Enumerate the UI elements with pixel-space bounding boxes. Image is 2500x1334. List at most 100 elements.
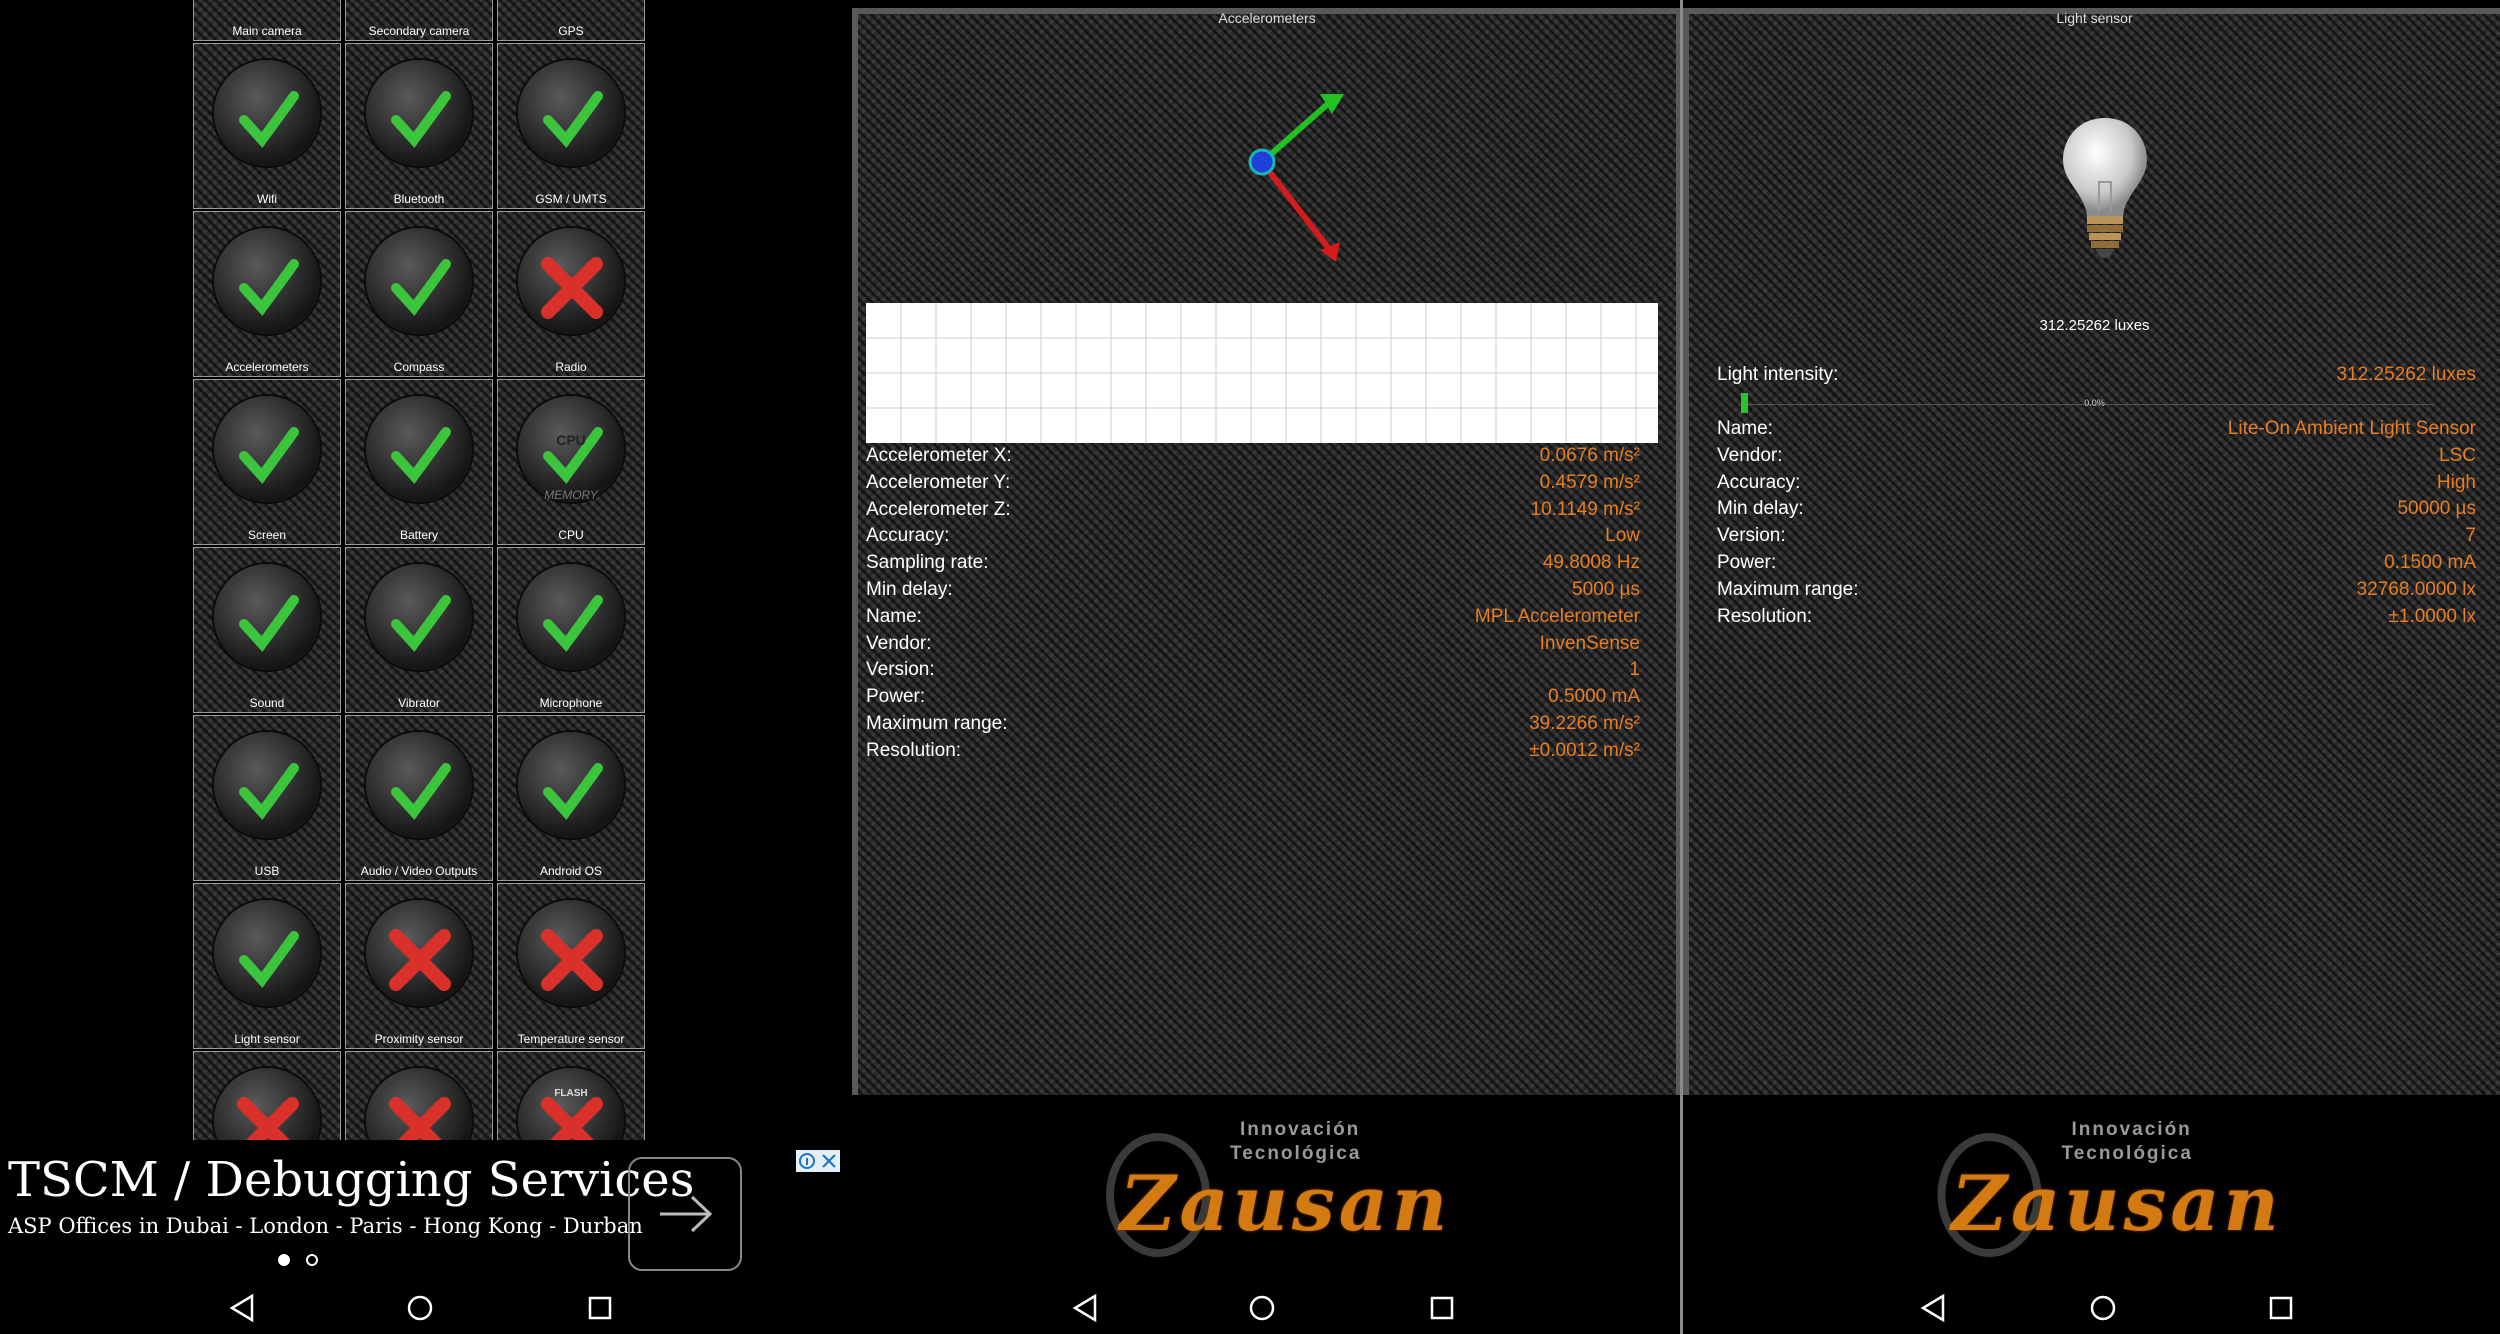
light-bar-percent: 0.0% [2084, 398, 2105, 408]
light-sensor-row-value: 7 [2465, 525, 2476, 547]
page-dot[interactable] [306, 1254, 318, 1266]
accelerometer-row-value: 5000 µs [1572, 579, 1640, 600]
recents-icon[interactable] [2261, 1288, 2301, 1328]
tile-label: Audio / Video Outputs [360, 864, 478, 878]
tile-radio[interactable]: Radio [497, 211, 645, 377]
light-sensor-row: Power: 0.1500 mA [1717, 552, 2476, 578]
accelerometer-row-value: InvenSense [1539, 632, 1640, 654]
tile-sound[interactable]: Sound [193, 547, 341, 713]
screen-title: Accelerometers [1218, 10, 1316, 26]
check-icon [194, 0, 342, 16]
tile-label: Screen [247, 528, 287, 542]
home-icon[interactable] [2083, 1288, 2123, 1328]
tile-audio-video-outputs[interactable]: Audio / Video Outputs [345, 715, 493, 881]
tile-bluetooth[interactable]: Bluetooth [345, 43, 493, 209]
cross-icon [541, 257, 603, 319]
light-sensor-row: Resolution: ±1.0000 lx [1717, 606, 2476, 632]
tile-android-os[interactable]: Android OS [497, 715, 645, 881]
tile-microphone[interactable]: Microphone [497, 547, 645, 713]
home-icon[interactable] [1242, 1288, 1282, 1328]
light-sensor-row-value: LSC [2439, 444, 2476, 466]
ad-choices-icon[interactable] [796, 1150, 840, 1172]
ad-banner[interactable]: TSCM / Debugging Services ASP Offices in… [0, 1140, 840, 1271]
zausan-logo: Innovación Tecnológica Zausan [840, 1095, 1680, 1280]
check-icon [391, 427, 451, 484]
check-icon [239, 91, 299, 148]
light-sensor-row-label: Power: [1717, 552, 1777, 573]
back-icon[interactable] [1913, 1288, 1953, 1328]
accelerometer-row-label: Maximum range: [866, 713, 1008, 734]
accelerometer-row-label: Resolution: [866, 739, 962, 761]
tile-temperature-sensor[interactable]: Temperature sensor [497, 883, 645, 1049]
tile-battery[interactable]: Battery [345, 379, 493, 545]
accelerometer-row-value: 49.8008 Hz [1542, 552, 1640, 574]
tile-cpu[interactable]: CPU MEMORY CPU [497, 379, 645, 545]
accelerometer-row: Accelerometer Y: 0.4579 m/s² [866, 472, 1640, 498]
tile-compass[interactable]: Compass [345, 211, 493, 377]
tile-label: Main camera [232, 24, 302, 38]
navigation-bar [0, 1280, 840, 1334]
cross-icon [389, 929, 451, 991]
recents-icon[interactable] [1422, 1288, 1462, 1328]
light-intensity-row: Light intensity: 312.25262 luxes [1717, 364, 2476, 390]
light-sensor-screen: Light sensor 312.25262 luxes Light inten… [1683, 0, 2500, 1334]
recents-icon[interactable] [580, 1288, 620, 1328]
tile-accelerometers[interactable]: Accelerometers [193, 211, 341, 377]
tile-secondary-camera[interactable]: Secondary camera [345, 0, 493, 41]
accelerometer-row: Resolution: ±0.0012 m/s² [866, 740, 1640, 766]
back-icon[interactable] [1065, 1288, 1105, 1328]
tile-vibrator[interactable]: Vibrator [345, 547, 493, 713]
accelerometer-row-label: Vendor: [866, 632, 932, 654]
light-sensor-row-value: High [2436, 471, 2476, 493]
light-sensor-row-label: Min delay: [1717, 498, 1804, 520]
check-icon [239, 595, 299, 652]
tile-screen[interactable]: Screen [193, 379, 341, 545]
tile-gps[interactable]: GPS [497, 0, 645, 41]
check-icon [239, 931, 299, 988]
check-icon [543, 91, 603, 148]
arrow-right-icon [660, 1195, 713, 1233]
accelerometer-graph [866, 303, 1658, 443]
accelerometer-row: Accelerometer Z: 10.1149 m/s² [866, 499, 1640, 525]
zausan-logo: Innovación Tecnológica Zausan [1683, 1095, 2500, 1280]
accelerometer-row-label: Min delay: [866, 579, 953, 600]
memory-label: MEMORY [544, 488, 598, 502]
accelerometer-row-value: 10.1149 m/s² [1530, 498, 1640, 520]
check-icon [346, 0, 494, 16]
page-dot-active[interactable] [278, 1254, 290, 1266]
tile-proximity-sensor[interactable]: Proximity sensor [345, 883, 493, 1049]
device-test-menu-pane: Main camera Secondary camera GPS Wifi Blueto… [0, 0, 840, 1334]
tile-usb[interactable]: USB [193, 715, 341, 881]
light-sensor-row-label: Accuracy: [1717, 471, 1801, 493]
light-sensor-row: Version: 7 [1717, 525, 2476, 551]
tile-gsm-umts[interactable]: GSM / UMTS [497, 43, 645, 209]
home-icon[interactable] [400, 1288, 440, 1328]
back-icon[interactable] [222, 1288, 262, 1328]
tile-label: GSM / UMTS [535, 192, 607, 206]
tile-label: Radio [555, 360, 587, 374]
tile-wifi[interactable]: Wifi [193, 43, 341, 209]
ad-subtext[interactable]: ASP Offices in Dubai - London - Paris - … [8, 1214, 643, 1238]
logo-brand: Zausan [1120, 1159, 1452, 1248]
ad-open-button[interactable] [628, 1157, 742, 1271]
ad-headline[interactable]: TSCM / Debugging Services [8, 1152, 694, 1208]
accelerometer-row-label: Accelerometer Y: [866, 471, 1011, 493]
check-icon [239, 427, 299, 484]
light-sensor-row-label: Maximum range: [1717, 578, 1859, 600]
light-sensor-row: Vendor: LSC [1717, 445, 2476, 471]
check-icon [239, 259, 299, 316]
tile-light-sensor[interactable]: Light sensor [193, 883, 341, 1049]
light-sensor-row-value: 32768.0000 lx [2356, 578, 2476, 600]
pane-divider [1680, 0, 1683, 1334]
light-sensor-row-label: Name: [1717, 418, 1773, 439]
accelerometer-screen: Accelerometers Accelerometer X: 0.0676 m/… [840, 0, 1680, 1334]
accelerometer-row: Name: MPL Accelerometer [866, 606, 1640, 632]
accelerometer-row-label: Accuracy: [866, 525, 950, 547]
check-icon [391, 763, 451, 820]
check-icon [391, 91, 451, 148]
accelerometer-row-value: MPL Accelerometer [1474, 605, 1640, 627]
tile-main-camera[interactable]: Main camera [193, 0, 341, 41]
accelerometer-row-value: 0.0676 m/s² [1539, 445, 1640, 466]
check-icon [391, 259, 451, 316]
tile-label: USB [254, 864, 280, 878]
